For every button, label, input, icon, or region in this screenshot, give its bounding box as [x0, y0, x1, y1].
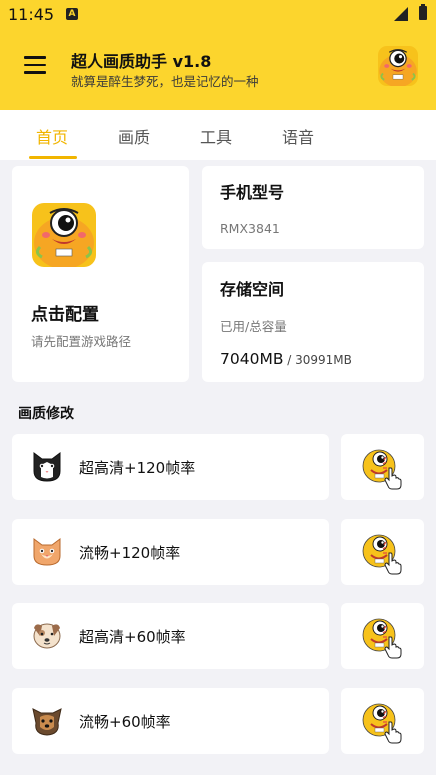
apply-smooth-120-button[interactable] [341, 519, 424, 585]
option-label: 流畅+60帧率 [79, 713, 171, 731]
app-header: 11:45 A 超人画质助手 v1.8 就算是醉生梦死，也是记忆的一种 [0, 0, 436, 110]
phone-model-title: 手机型号 [220, 183, 285, 202]
storage-total: / 30991MB [283, 353, 352, 367]
phone-model-value: RMX3841 [220, 221, 280, 236]
beige-dog-icon [33, 623, 61, 649]
option-ultra-120[interactable]: 超高清+120帧率 [12, 434, 329, 500]
section-title: 画质修改 [18, 406, 74, 422]
yorkie-dog-icon [32, 708, 62, 736]
tuxedo-cat-icon [33, 452, 61, 482]
option-label: 超高清+60帧率 [79, 628, 186, 646]
apply-smooth-60-button[interactable] [341, 688, 424, 754]
tap-mascot-icon [361, 531, 405, 575]
tap-mascot-icon [361, 446, 405, 490]
storage-label: 已用/总容量 [220, 319, 287, 334]
menu-icon [24, 56, 46, 59]
option-ultra-60[interactable]: 超高清+60帧率 [12, 603, 329, 669]
tap-mascot-icon [361, 615, 405, 659]
storage-used: 7040MB [220, 350, 284, 368]
config-description: 请先配置游戏路径 [31, 334, 132, 349]
app-subtitle: 就算是醉生梦死，也是记忆的一种 [71, 74, 259, 89]
status-bar: 11:45 A [0, 0, 436, 30]
mascot-avatar-icon[interactable] [378, 46, 418, 86]
tab-indicator [29, 156, 77, 159]
menu-button[interactable] [24, 56, 46, 74]
config-title: 点击配置 [31, 305, 99, 325]
tab-bar: 首页 画质 工具 语音 [0, 110, 436, 160]
config-card[interactable]: 点击配置 请先配置游戏路径 [12, 166, 189, 382]
option-label: 超高清+120帧率 [79, 459, 196, 477]
signal-icon [394, 7, 408, 21]
app-title: 超人画质助手 v1.8 [71, 52, 212, 71]
tap-mascot-icon [361, 700, 405, 744]
tab-voice[interactable]: 语音 [282, 124, 314, 148]
storage-value: 7040MB / 30991MB [220, 350, 352, 368]
option-label: 流畅+120帧率 [79, 544, 181, 562]
option-smooth-120[interactable]: 流畅+120帧率 [12, 519, 329, 585]
notification-icon: A [66, 8, 78, 20]
status-time: 11:45 [8, 5, 55, 24]
option-smooth-60[interactable]: 流畅+60帧率 [12, 688, 329, 754]
tab-home[interactable]: 首页 [36, 124, 68, 148]
storage-title: 存储空间 [220, 280, 285, 299]
tab-quality[interactable]: 画质 [118, 124, 150, 148]
storage-card: 存储空间 已用/总容量 7040MB / 30991MB [202, 262, 424, 382]
phone-model-card: 手机型号 RMX3841 [202, 166, 424, 249]
apply-ultra-60-button[interactable] [341, 603, 424, 669]
tab-tools[interactable]: 工具 [200, 124, 232, 148]
apply-ultra-120-button[interactable] [341, 434, 424, 500]
battery-icon [419, 4, 427, 20]
orange-cat-icon [33, 538, 61, 566]
mascot-logo-icon [32, 203, 96, 267]
